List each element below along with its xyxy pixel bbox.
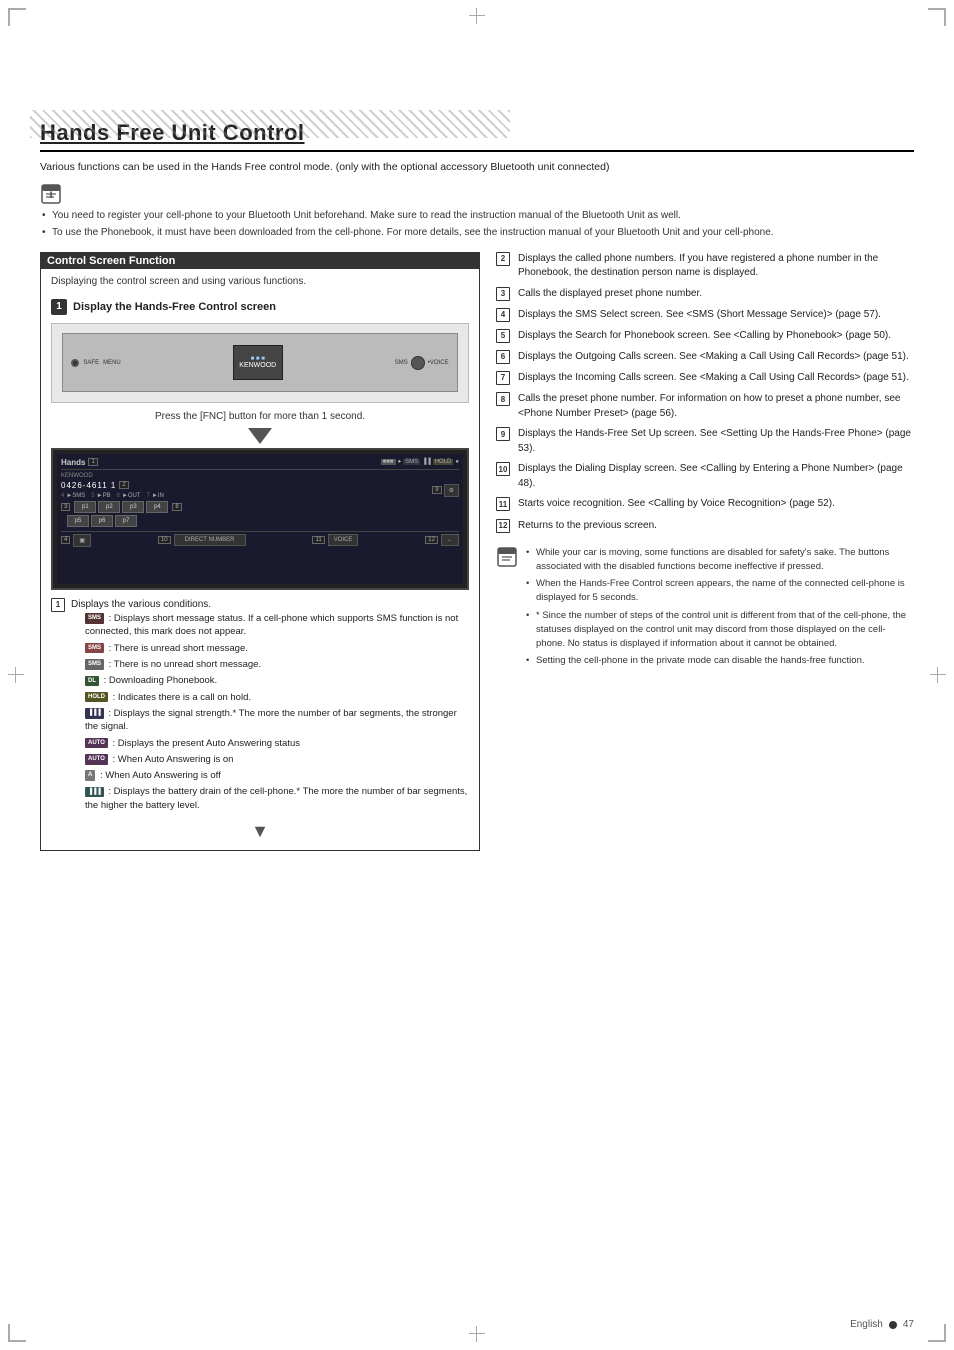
auto-on-icon: AUTO — [85, 754, 108, 764]
right-desc-9: 9 Displays the Hands-Free Set Up screen.… — [496, 427, 914, 456]
signal-icon: ▐▐▐ — [85, 708, 104, 718]
crosshair-top — [469, 8, 485, 24]
footer-dot — [889, 1321, 897, 1329]
sub-sms-unread: SMS : There is unread short message. — [85, 642, 469, 655]
left-desc-list: 1 Displays the various conditions. SMS :… — [51, 598, 469, 815]
hold-icon: HOLD — [85, 692, 108, 702]
note-icon-bottom — [496, 546, 518, 571]
press-instruction: Press the [FNC] button for more than 1 s… — [51, 411, 469, 422]
bottom-notes-list: While your car is moving, some functions… — [524, 546, 914, 672]
corner-br — [928, 1324, 946, 1342]
control-screen-title: Control Screen Function — [41, 253, 479, 269]
right-desc-7: 7 Displays the Incoming Calls screen. Se… — [496, 371, 914, 386]
footer-page-num: 47 — [903, 1319, 914, 1330]
sms-read-icon: SMS — [85, 659, 104, 669]
sub-dl: DL : Downloading Phonebook. — [85, 674, 469, 687]
top-notes-list: You need to register your cell-phone to … — [40, 208, 914, 240]
sub-auto-answer: AUTO : Displays the present Auto Answeri… — [85, 737, 469, 750]
left-column: Control Screen Function Displaying the c… — [40, 252, 480, 851]
right-desc-3: 3 Calls the displayed preset phone numbe… — [496, 287, 914, 302]
bottom-note-3: * Since the number of steps of the contr… — [524, 609, 914, 652]
corner-tl — [8, 8, 26, 26]
top-note-2: To use the Phonebook, it must have been … — [40, 225, 914, 240]
note-icon-top: i — [40, 183, 914, 208]
desc-item-1-text: Displays the various conditions. SMS : D… — [71, 598, 469, 815]
sms-icon: SMS — [85, 613, 104, 623]
crosshair-bottom — [469, 1326, 485, 1342]
sms-unread-icon: SMS — [85, 643, 104, 653]
right-desc-5: 5 Displays the Search for Phonebook scre… — [496, 329, 914, 344]
step1-badge: 1 — [51, 299, 67, 315]
auto-icon: AUTO — [85, 738, 108, 748]
sub-auto-off: A : When Auto Answering is off — [85, 769, 469, 782]
page-container: Hands Free Unit Control Various function… — [0, 0, 954, 1350]
control-screen-box: Control Screen Function Displaying the c… — [40, 252, 480, 851]
page-footer: English 47 — [850, 1319, 914, 1330]
top-note-1: You need to register your cell-phone to … — [40, 208, 914, 223]
right-desc-6: 6 Displays the Outgoing Calls screen. Se… — [496, 350, 914, 365]
right-desc-list: 2 Displays the called phone numbers. If … — [496, 252, 914, 534]
right-desc-8: 8 Calls the preset phone number. For inf… — [496, 392, 914, 421]
auto-off-icon: A — [85, 770, 95, 780]
right-desc-2: 2 Displays the called phone numbers. If … — [496, 252, 914, 281]
screen-mockup-inner: Hands 1 ■■■ ● SMS ▐▐ HOLD ● — [57, 454, 463, 584]
bottom-note-2: When the Hands-Free Control screen appea… — [524, 577, 914, 606]
intro-text: Various functions can be used in the Han… — [40, 160, 914, 175]
crosshair-right — [930, 667, 946, 683]
sub-auto-on: AUTO : When Auto Answering is on — [85, 753, 469, 766]
corner-bl — [8, 1324, 26, 1342]
right-desc-10: 10 Displays the Dialing Display screen. … — [496, 462, 914, 491]
arrow-down — [51, 428, 469, 444]
sub-battery: ▐▐▐ : Displays the battery drain of the … — [85, 785, 469, 812]
stripe-decoration — [30, 110, 510, 138]
sub-hold: HOLD : Indicates there is a call on hold… — [85, 691, 469, 704]
step1-heading: 1 Display the Hands-Free Control screen — [51, 299, 469, 315]
right-desc-11: 11 Starts voice recognition. See <Callin… — [496, 497, 914, 512]
note-section-bottom: While your car is moving, some functions… — [496, 546, 914, 672]
right-desc-12: 12 Returns to the previous screen. — [496, 519, 914, 534]
callout-1: 1 — [51, 598, 65, 612]
crosshair-left — [8, 667, 24, 683]
footer-lang: English — [850, 1319, 883, 1330]
control-screen-subtitle: Displaying the control screen and using … — [51, 275, 469, 289]
sub-sms-read: SMS : There is no unread short message. — [85, 658, 469, 671]
bottom-note-1: While your car is moving, some functions… — [524, 546, 914, 575]
screen-mockup: Hands 1 ■■■ ● SMS ▐▐ HOLD ● — [51, 448, 469, 590]
device-image: SAFE MENU ■ ■ ■ KENWOOD SMS • — [51, 323, 469, 403]
desc-item-1: 1 Displays the various conditions. SMS :… — [51, 598, 469, 815]
sub-sms-status: SMS : Displays short message status. If … — [85, 612, 469, 639]
battery-icon: ▐▐▐ — [85, 787, 104, 797]
main-content: Control Screen Function Displaying the c… — [40, 252, 914, 851]
dl-icon: DL — [85, 676, 99, 686]
bottom-note-4: Setting the cell-phone in the private mo… — [524, 654, 914, 668]
corner-tr — [928, 8, 946, 26]
right-column: 2 Displays the called phone numbers. If … — [496, 252, 914, 672]
sub-signal: ▐▐▐ : Displays the signal strength.* The… — [85, 707, 469, 734]
right-desc-4: 4 Displays the SMS Select screen. See <S… — [496, 308, 914, 323]
step1-label: Display the Hands-Free Control screen — [73, 301, 276, 313]
